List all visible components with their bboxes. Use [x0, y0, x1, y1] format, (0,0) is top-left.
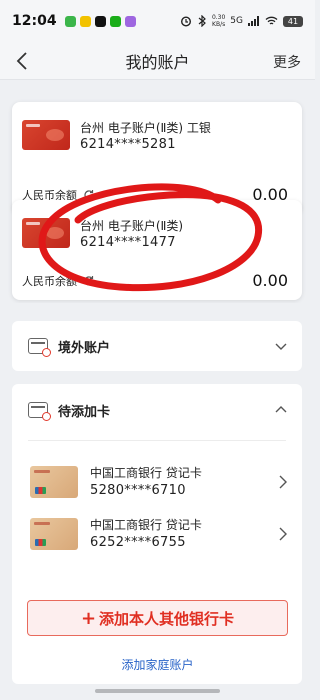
net-speed-value: 0.30	[211, 14, 226, 21]
card-icon	[22, 120, 70, 150]
home-indicator[interactable]	[95, 689, 220, 693]
chevron-up-icon[interactable]	[274, 403, 288, 417]
account-number: 6214****1477	[80, 235, 176, 250]
app-notification-icon	[94, 15, 106, 27]
bluetooth-icon	[198, 15, 206, 27]
balance-value: 0.00	[252, 271, 288, 290]
account-info: 台州 电子账户(Ⅱ类) 6214****1477	[22, 218, 290, 252]
status-right: 0.30 KB/s 5G 41	[180, 14, 303, 28]
pending-card-row[interactable]: 中国工商银行 贷记卡 5280****6710	[12, 454, 302, 510]
add-bank-card-label: 添加本人其他银行卡	[99, 609, 235, 628]
pending-cards-panel: 待添加卡 中国工商银行 贷记卡 5280****6710 中国工商银行 贷记卡 …	[12, 384, 302, 684]
pending-card-text: 中国工商银行 贷记卡 5280****6710	[90, 465, 202, 500]
account-name: 台州 电子账户(Ⅱ类)	[80, 219, 184, 233]
pending-card-number: 6252****6755	[90, 534, 186, 550]
pending-cards-header[interactable]: 待添加卡	[12, 386, 302, 434]
card-icon	[30, 466, 78, 498]
back-arrow-icon[interactable]	[14, 51, 32, 71]
pending-cards-title: 待添加卡	[58, 404, 111, 420]
pending-card-name: 中国工商银行 贷记卡	[90, 465, 202, 480]
notification-icons	[64, 15, 136, 27]
card-icon	[22, 218, 70, 248]
balance-label: 人民币余额	[22, 274, 77, 288]
wifi-icon	[265, 16, 278, 25]
chevron-down-icon[interactable]	[274, 339, 288, 353]
account-number: 6214****5281	[80, 137, 176, 152]
card-icon	[30, 518, 78, 550]
page-title: 我的账户	[125, 52, 190, 72]
app-notification-icon	[124, 15, 136, 27]
plus-icon: +	[80, 607, 97, 629]
signal-icon	[248, 16, 259, 26]
status-time: 12:04	[12, 13, 57, 29]
refresh-icon[interactable]	[83, 275, 95, 287]
add-family-account-link[interactable]: 添加家庭账户	[0, 656, 315, 673]
app-notification-icon	[64, 15, 76, 27]
card-icon	[28, 338, 51, 357]
account-text: 台州 电子账户(Ⅱ类) 6214****1477	[80, 218, 183, 252]
pending-card-number: 5280****6710	[90, 482, 186, 498]
add-bank-card-button[interactable]: + 添加本人其他银行卡	[27, 600, 288, 636]
account-info: 台州 电子账户(Ⅱ类) 工银 6214****5281	[22, 120, 290, 154]
battery-indicator: 41	[283, 15, 303, 27]
network-type: 5G	[230, 16, 243, 26]
status-bar: 12:04 0.30 KB/s 5G 41	[0, 0, 315, 42]
account-card[interactable]: 台州 电子账户(Ⅱ类) 6214****1477 人民币余额 0.00	[12, 200, 302, 300]
account-card[interactable]: 台州 电子账户(Ⅱ类) 工银 6214****5281 人民币余额 0.00	[12, 102, 302, 214]
chevron-right-icon	[279, 475, 287, 489]
nav-bar: 我的账户 更多	[0, 42, 315, 80]
divider	[28, 440, 286, 441]
account-text: 台州 电子账户(Ⅱ类) 工银 6214****5281	[80, 120, 211, 154]
overseas-account-title: 境外账户	[58, 340, 111, 356]
chevron-right-icon	[279, 527, 287, 541]
overseas-account-header[interactable]: 境外账户	[12, 321, 302, 371]
pending-card-name: 中国工商银行 贷记卡	[90, 517, 202, 532]
alarm-icon	[180, 16, 191, 27]
pending-card-text: 中国工商银行 贷记卡 6252****6755	[90, 517, 202, 552]
more-button[interactable]: 更多	[273, 52, 301, 72]
refresh-icon[interactable]	[83, 189, 95, 201]
app-notification-icon	[79, 15, 91, 27]
net-speed: 0.30 KB/s	[212, 14, 225, 28]
balance-row: 人民币余额 0.00	[22, 271, 288, 290]
overseas-account-panel: 境外账户	[12, 321, 302, 371]
app-notification-icon	[109, 15, 121, 27]
net-speed-unit: KB/s	[212, 21, 226, 28]
account-name: 台州 电子账户(Ⅱ类) 工银	[80, 121, 211, 135]
pending-card-row[interactable]: 中国工商银行 贷记卡 6252****6755	[12, 506, 302, 562]
card-icon	[28, 402, 51, 421]
